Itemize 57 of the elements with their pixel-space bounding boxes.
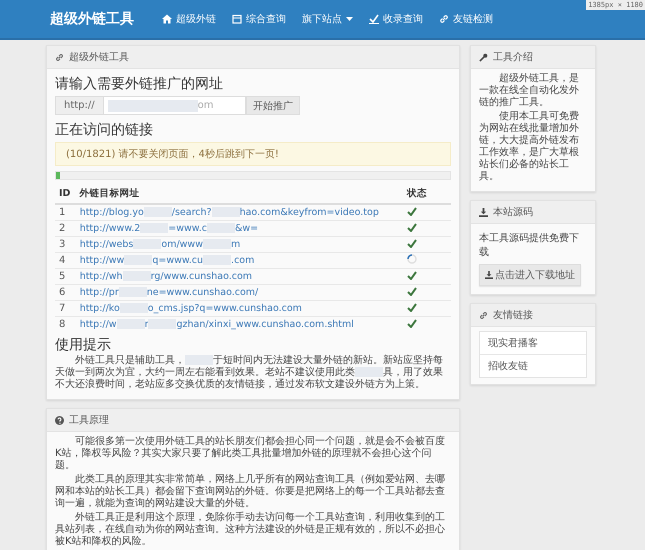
id-cell: 5 — [55, 268, 76, 284]
panel-title: 超级外链工具 — [69, 50, 129, 64]
url-link[interactable]: http://ww q=www.cu .com — [80, 255, 254, 266]
link-icon — [55, 52, 64, 62]
url-link[interactable]: http://webs om/www m — [80, 239, 240, 250]
paragraph: 可能很多第一次使用外链工具的站长朋友们都会担心同一个问题，就是会不会被百度K站，降权等风险？其实大家只要了解此类工具批量增加外链的原理就不会担心这个问题。 — [55, 436, 446, 472]
column-header: ID — [55, 184, 76, 204]
download-button[interactable]: 点击进入下载地址 — [479, 264, 581, 286]
id-cell: 2 — [55, 220, 76, 236]
paragraph: 此类工具的原理其实非常简单，网络上几乎所有的网站查询工具（例如爱站网、去哪网和本站的站长工具）都会留下查询网站的外链。你要是把网络上的每一个工具站都去查询一遍，就能为查询的网站建设大量的外链。 — [55, 474, 446, 510]
paragraph: 超级外链工具，是一款在线全自动化发外链的推广工具。 — [479, 73, 580, 109]
id-cell: 6 — [55, 284, 76, 300]
column-header: 状态 — [403, 184, 451, 204]
question-icon — [55, 416, 64, 424]
nav-link[interactable]: 综合查询 — [232, 12, 286, 26]
link-icon — [479, 310, 488, 320]
url-link[interactable]: http://ko o_cms.jsp?q=www.cunshao.com — [80, 303, 302, 314]
panel-title: 本站源码 — [493, 206, 533, 219]
id-cell: 1 — [55, 204, 76, 220]
site-logo[interactable]: 超级外链工具 — [50, 10, 134, 28]
panel-title: 友情链接 — [493, 308, 533, 322]
url-link[interactable]: http://wh rg/www.cunshao.com — [80, 271, 252, 282]
source-text: 本工具源码提供免费下载 — [479, 232, 580, 259]
column-header: 外链目标网址 — [76, 184, 403, 204]
start-button[interactable]: 开始推广 — [246, 96, 300, 115]
nav-link[interactable]: 收录查询 — [369, 12, 423, 26]
caret-icon — [346, 17, 353, 21]
id-cell: 3 — [55, 236, 76, 252]
url-link[interactable]: http://pr ne=www.cunshao.com/ — [80, 287, 258, 298]
calendar-icon — [232, 14, 242, 24]
tips-heading: 使用提示 — [55, 336, 112, 354]
friend-link[interactable]: 现实君播客 — [480, 332, 586, 354]
home-icon — [162, 14, 172, 24]
check-icon — [369, 14, 379, 24]
paragraph: 外链工具正是利用这个原理，免除你手动去访问每一个工具站查询，利用收集到的工具站列表，在线自动为你的网站查询。这种方法建设的外链是正规有效的，所以不必担心被K站和降权的风险。 — [55, 512, 446, 548]
wrench-icon — [479, 52, 488, 62]
url-link[interactable]: http://blog.yo /search? hao.com&keyfrom=video.top — [80, 207, 379, 218]
download-icon — [485, 271, 493, 279]
visiting-heading: 正在访问的链接 — [55, 121, 154, 139]
link-icon — [439, 14, 449, 24]
nav-link[interactable]: 友链检测 — [439, 12, 493, 26]
download-icon — [479, 208, 488, 216]
url-field[interactable]: om — [104, 96, 246, 115]
url-heading: 请输入需要外链推广的网址 — [55, 75, 224, 93]
id-cell: 4 — [55, 252, 76, 268]
nav-link[interactable]: 旗下站点 — [302, 12, 353, 26]
url-prefix: http:// — [55, 96, 104, 115]
friend-link[interactable]: 招收友链 — [480, 354, 586, 377]
id-cell: 7 — [55, 300, 76, 316]
id-cell: 8 — [55, 316, 76, 332]
paragraph: 使用本工具可免费为网站在线批量增加外链，大大提高外链发布工作效率，是广大草根站长们必备的站长工具。 — [479, 111, 580, 183]
nav-link[interactable]: 超级外链 — [162, 12, 216, 26]
alert-message: (10/1821) 请不要关闭页面，4秒后跳到下一页! — [55, 142, 451, 166]
panel-title: 工具原理 — [69, 414, 109, 427]
tips-text: 外链工具只是辅助工具， 于短时间内无法建设大量外链的新站。新站应坚持每天做一到两次为宜，大约一周左右能看到效果。老站不建议使用此类 具，用了效果不大还浪费时间，老站应多交换优质的友情链接，通过发布软文建设外链方为上策。 — [55, 355, 444, 391]
panel-title: 工具介绍 — [493, 51, 533, 64]
url-link[interactable]: http://www.2 =www.c &w= — [80, 223, 258, 234]
